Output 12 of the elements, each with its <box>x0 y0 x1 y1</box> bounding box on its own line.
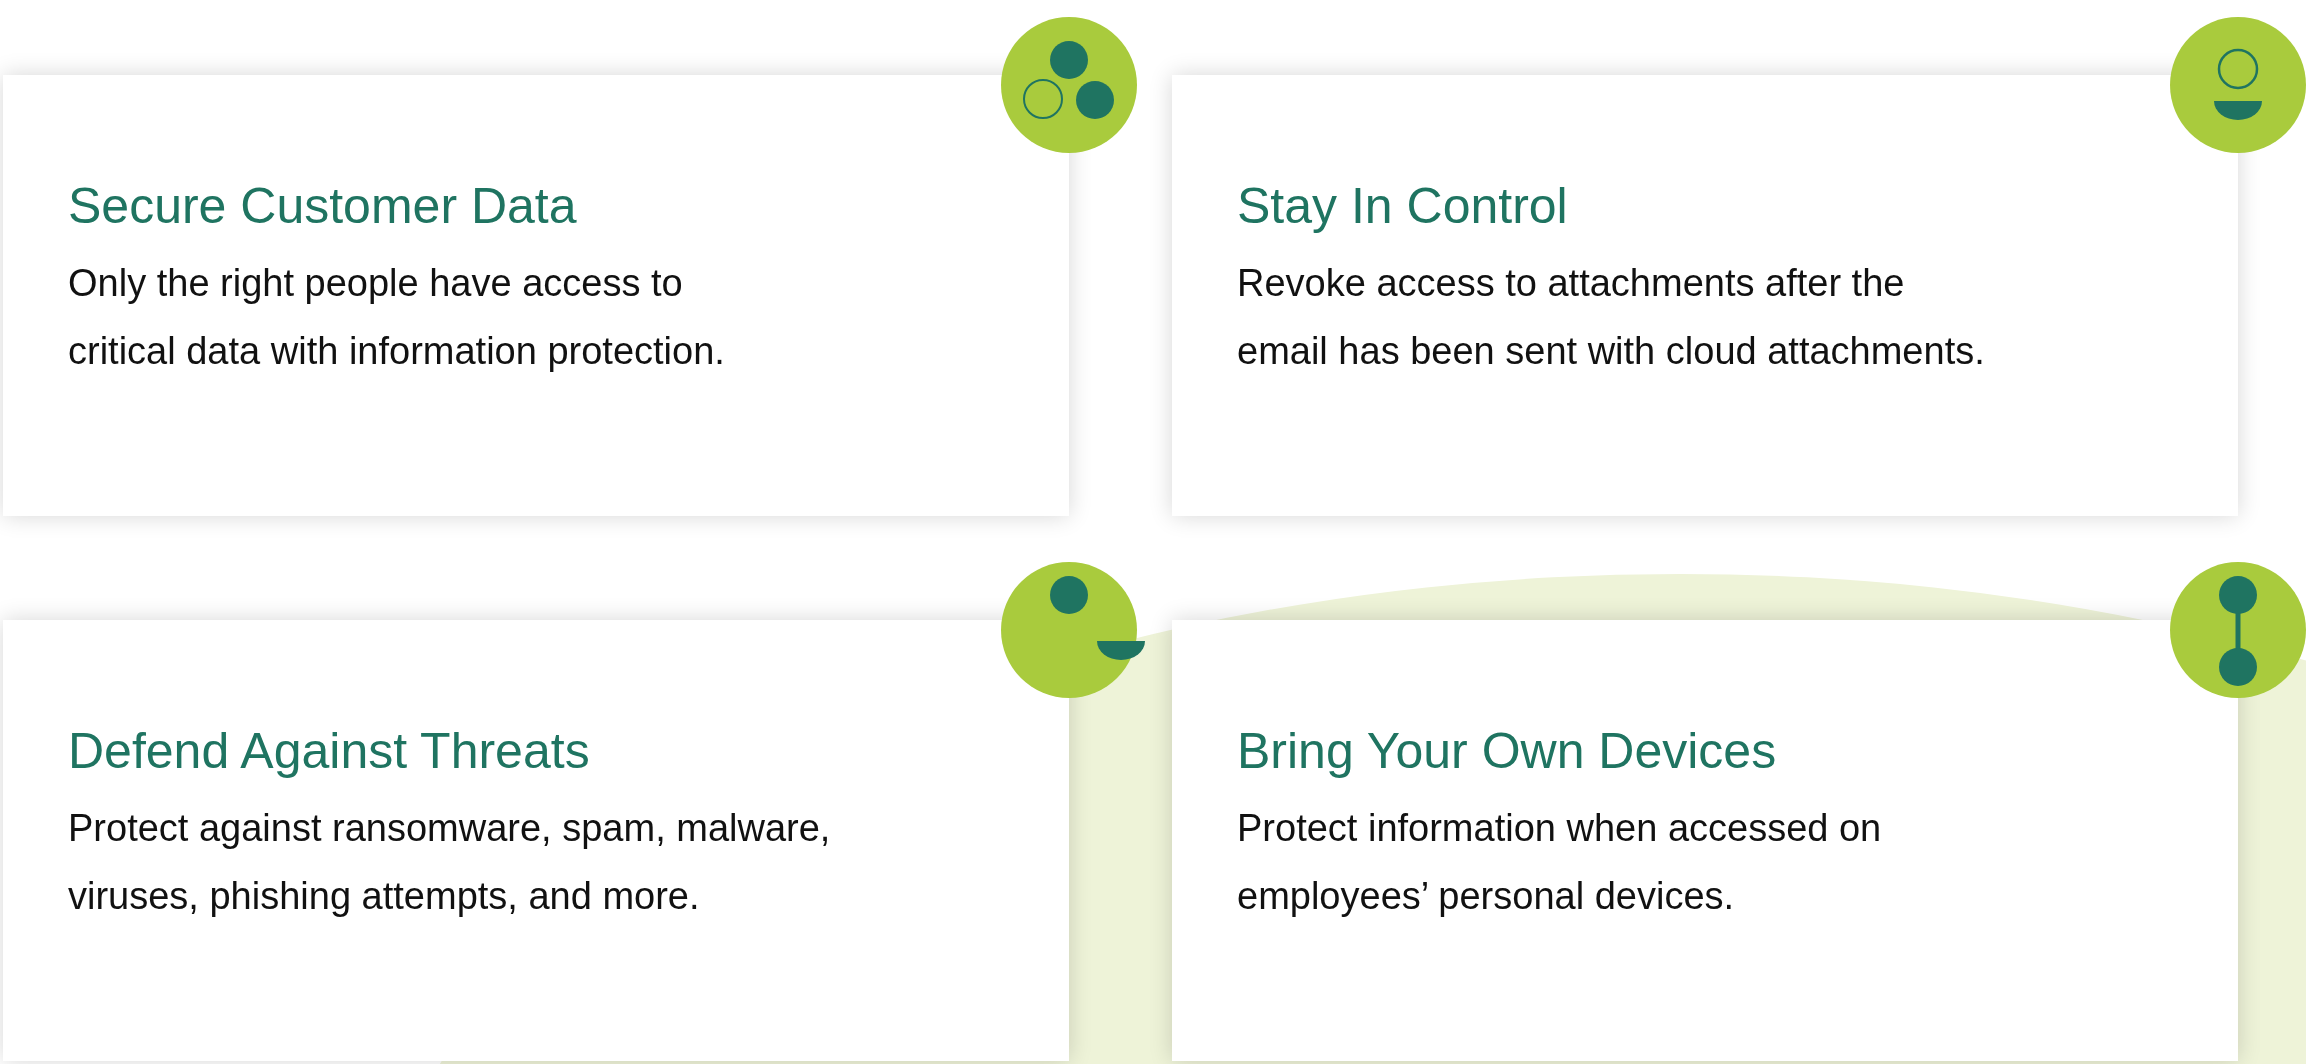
card-title: Secure Customer Data <box>68 177 578 236</box>
connected-dots-icon <box>2168 560 2306 700</box>
person-icon <box>2168 15 2306 155</box>
card-description: Revoke access to attachments after the email has been sent with cloud attachments. <box>1237 261 1986 374</box>
card-title: Bring Your Own Devices <box>1237 722 1778 781</box>
dot-and-half-circle-icon <box>999 560 1147 700</box>
card-description: Only the right people have access to critical data with information protection. <box>68 261 726 374</box>
card-title: Stay In Control <box>1237 177 1569 236</box>
card-description: Protect against ransomware, spam, malware, viruses, phishing attempts, and more. <box>68 806 832 919</box>
card-title: Defend Against Threats <box>68 722 591 781</box>
three-circles-icon <box>999 15 1139 155</box>
card-description: Protect information when accessed on employees’ personal devices. <box>1237 806 1883 919</box>
